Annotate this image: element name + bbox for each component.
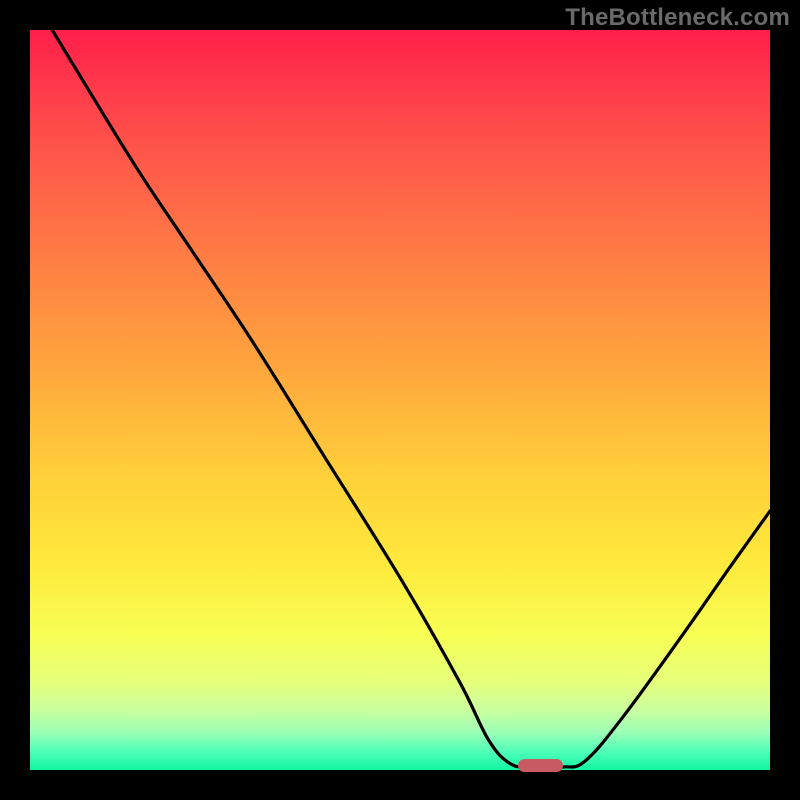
watermark-text: TheBottleneck.com: [565, 4, 790, 32]
bottleneck-curve-path: [52, 30, 770, 768]
plot-area: [30, 30, 770, 770]
optimum-marker: [518, 759, 562, 772]
curve-svg: [30, 30, 770, 770]
chart-root: TheBottleneck.com: [0, 0, 800, 800]
